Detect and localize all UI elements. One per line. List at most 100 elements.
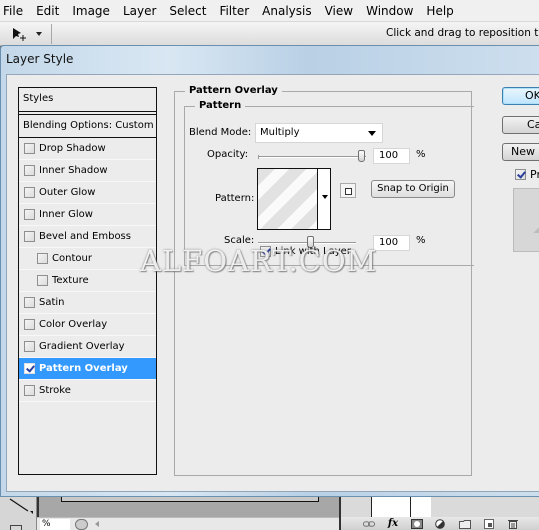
zoom-level-field[interactable]: % bbox=[40, 519, 70, 530]
dialog-title: Layer Style bbox=[6, 52, 74, 66]
checkbox[interactable] bbox=[24, 341, 35, 352]
menu-bar: File Edit Image Layer Select Filter Anal… bbox=[0, 0, 539, 22]
snap-to-origin-button[interactable]: Snap to Origin bbox=[371, 180, 455, 198]
style-item-inner-shadow[interactable]: Inner Shadow bbox=[19, 160, 156, 182]
opacity-unit: % bbox=[416, 149, 426, 160]
document-canvas bbox=[61, 497, 319, 502]
style-item-label: Color Overlay bbox=[39, 319, 108, 330]
slider-track bbox=[258, 156, 366, 158]
menu-select[interactable]: Select bbox=[165, 4, 212, 18]
styles-list: Styles Blending Options: Custom Drop Sha… bbox=[18, 87, 157, 475]
toolbox bbox=[0, 497, 37, 530]
style-item-texture[interactable]: Texture bbox=[19, 270, 156, 292]
ok-button[interactable]: OK bbox=[502, 87, 539, 105]
checkbox[interactable] bbox=[37, 275, 48, 286]
style-item-label: Satin bbox=[39, 297, 65, 308]
screen-mode-icon[interactable] bbox=[10, 525, 22, 530]
checkbox[interactable] bbox=[24, 165, 35, 176]
checkbox[interactable] bbox=[24, 385, 35, 396]
tool-preset-picker[interactable] bbox=[4, 24, 52, 44]
style-item-contour[interactable]: Contour bbox=[19, 248, 156, 270]
new-preset-icon[interactable] bbox=[340, 183, 356, 198]
menu-image[interactable]: Image bbox=[68, 4, 116, 18]
menu-file[interactable]: File bbox=[0, 4, 29, 18]
layer-mask-icon[interactable] bbox=[411, 518, 423, 529]
menu-filter[interactable]: Filter bbox=[215, 4, 255, 18]
pattern-label: Pattern: bbox=[215, 193, 255, 204]
blending-options[interactable]: Blending Options: Custom bbox=[19, 114, 156, 138]
checkbox[interactable] bbox=[24, 143, 35, 154]
style-item-drop-shadow[interactable]: Drop Shadow bbox=[19, 138, 156, 160]
menu-help[interactable]: Help bbox=[422, 4, 459, 18]
menu-layer[interactable]: Layer bbox=[119, 4, 162, 18]
style-item-label: Drop Shadow bbox=[39, 143, 106, 154]
new-layer-icon[interactable] bbox=[483, 518, 495, 529]
adjustment-layer-icon[interactable] bbox=[435, 518, 447, 529]
chevron-down-icon bbox=[36, 32, 42, 36]
blend-mode-select[interactable]: Multiply bbox=[255, 123, 383, 143]
checkbox[interactable] bbox=[24, 187, 35, 198]
opacity-slider[interactable] bbox=[258, 150, 366, 162]
options-hint: Click and drag to reposition the pattern… bbox=[386, 27, 539, 39]
style-item-inner-glow[interactable]: Inner Glow bbox=[19, 204, 156, 226]
menu-analysis[interactable]: Analysis bbox=[258, 4, 317, 18]
pattern-picker[interactable] bbox=[257, 168, 331, 230]
checkbox[interactable] bbox=[24, 209, 35, 220]
status-menu-icon[interactable] bbox=[75, 519, 88, 530]
styles-header[interactable]: Styles bbox=[19, 88, 156, 112]
style-item-label: Inner Shadow bbox=[39, 165, 108, 176]
layers-toolbar: fx bbox=[341, 517, 539, 530]
style-item-color-overlay[interactable]: Color Overlay bbox=[19, 314, 156, 336]
checkbox[interactable] bbox=[37, 253, 48, 264]
style-item-label: Gradient Overlay bbox=[39, 341, 125, 352]
preview-checkbox[interactable]: Preview bbox=[515, 168, 539, 181]
menu-view[interactable]: View bbox=[321, 4, 359, 18]
layer-row[interactable] bbox=[371, 497, 431, 517]
opacity-slider-thumb[interactable] bbox=[358, 150, 365, 162]
style-preview-thumbnail bbox=[513, 188, 539, 252]
chevron-down-icon bbox=[368, 131, 376, 136]
options-bar: Click and drag to reposition the pattern… bbox=[0, 22, 539, 46]
group-title: Pattern bbox=[195, 100, 246, 111]
line-tool-icon[interactable] bbox=[6, 497, 36, 515]
workspace: % fx bbox=[0, 497, 539, 530]
new-style-button[interactable]: New Style... bbox=[502, 143, 539, 161]
style-item-bevel-and-emboss[interactable]: Bevel and Emboss bbox=[19, 226, 156, 248]
section-title: Pattern Overlay bbox=[185, 85, 282, 96]
chevron-down-icon bbox=[322, 195, 328, 199]
style-item-label: Texture bbox=[52, 275, 89, 286]
new-group-icon[interactable] bbox=[459, 519, 471, 529]
canvas-area bbox=[37, 497, 339, 517]
checkbox[interactable] bbox=[24, 363, 35, 374]
opacity-label: Opacity: bbox=[207, 149, 249, 160]
style-item-pattern-overlay[interactable]: Pattern Overlay bbox=[19, 358, 156, 380]
pattern-dropdown[interactable] bbox=[318, 169, 330, 229]
pattern-swatch[interactable] bbox=[258, 169, 318, 229]
slider-tick bbox=[258, 155, 259, 159]
checkbox[interactable] bbox=[24, 319, 35, 330]
fx-icon[interactable]: fx bbox=[387, 518, 399, 529]
pattern-group: Pattern Blend Mode: Multiply Opacity: 10… bbox=[184, 100, 474, 266]
style-item-label: Pattern Overlay bbox=[39, 363, 128, 374]
scroll-left-icon[interactable] bbox=[95, 521, 99, 527]
trash-icon[interactable] bbox=[507, 519, 519, 529]
menu-edit[interactable]: Edit bbox=[32, 4, 65, 18]
cancel-button[interactable]: Cancel bbox=[502, 116, 539, 134]
style-item-satin[interactable]: Satin bbox=[19, 292, 156, 314]
checkbox[interactable] bbox=[24, 231, 35, 242]
layers-panel: fx bbox=[339, 497, 539, 530]
style-item-stroke[interactable]: Stroke bbox=[19, 380, 156, 402]
menu-window[interactable]: Window bbox=[362, 4, 419, 18]
scale-input[interactable]: 100 bbox=[373, 235, 410, 251]
style-item-gradient-overlay[interactable]: Gradient Overlay bbox=[19, 336, 156, 358]
checkbox[interactable] bbox=[515, 169, 526, 180]
opacity-input[interactable]: 100 bbox=[373, 148, 410, 164]
link-layers-icon[interactable] bbox=[363, 519, 375, 529]
style-item-label: Outer Glow bbox=[39, 187, 96, 198]
scale-unit: % bbox=[416, 235, 426, 246]
checkbox[interactable] bbox=[24, 297, 35, 308]
dialog-body: Styles Blending Options: Custom Drop Sha… bbox=[6, 74, 539, 492]
style-item-outer-glow[interactable]: Outer Glow bbox=[19, 182, 156, 204]
style-item-label: Bevel and Emboss bbox=[39, 231, 131, 242]
watermark: ALFOART.COM bbox=[140, 244, 378, 278]
